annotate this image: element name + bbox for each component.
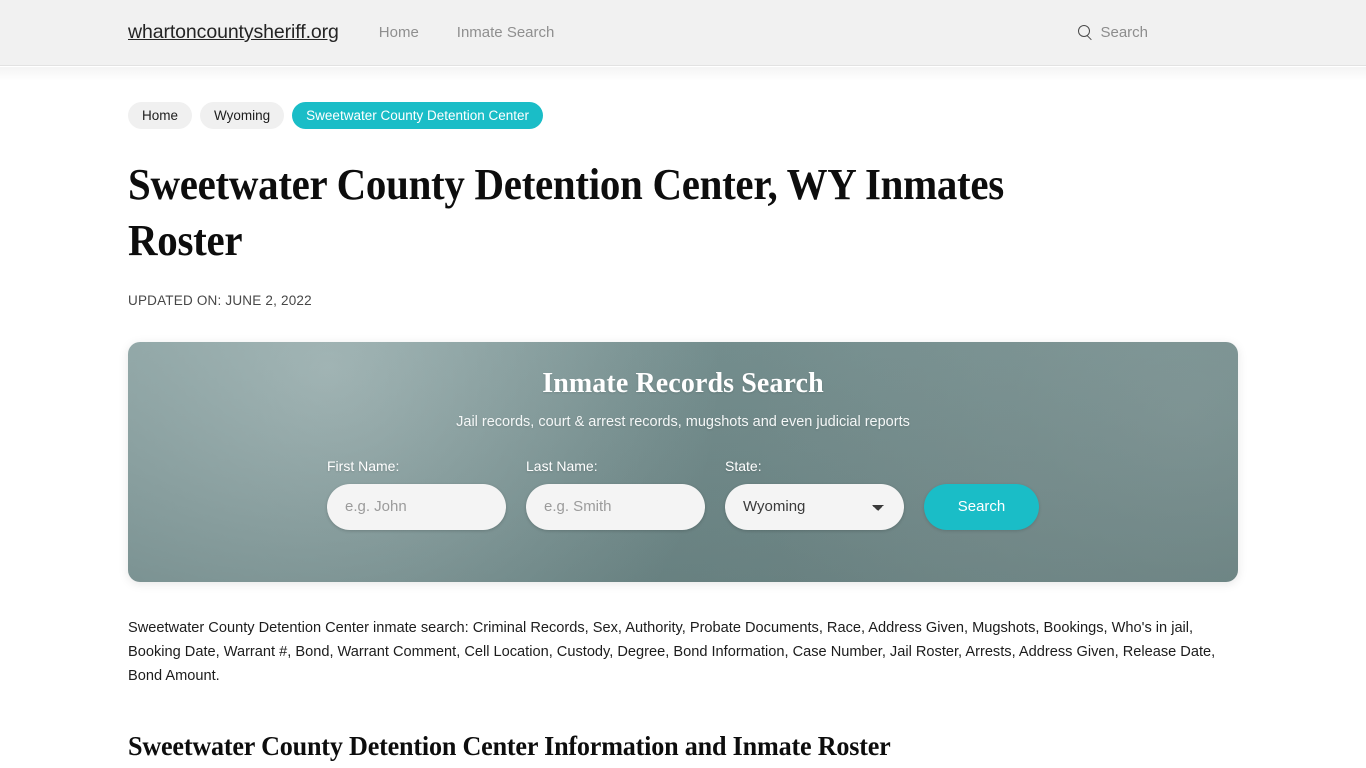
breadcrumb: Home Wyoming Sweetwater County Detention…: [128, 102, 1238, 129]
header-search-label: Search: [1100, 24, 1148, 41]
last-name-input[interactable]: [526, 483, 705, 530]
page-title: Sweetwater County Detention Center, WY I…: [128, 160, 1004, 266]
section-heading: Sweetwater County Detention Center Infor…: [128, 729, 891, 761]
search-card-subtitle: Jail records, court & arrest records, mu…: [456, 413, 910, 430]
breadcrumb-item-current: Sweetwater County Detention Center: [292, 102, 544, 129]
site-header: whartoncountysheriff.org Home Inmate Sea…: [0, 0, 1366, 81]
page-content: Home Wyoming Sweetwater County Detention…: [0, 102, 1366, 762]
first-name-field-group: First Name:: [327, 458, 506, 530]
header-search-trigger[interactable]: Search: [1078, 24, 1148, 41]
last-name-label: Last Name:: [526, 457, 598, 474]
intro-paragraph: Sweetwater County Detention Center inmat…: [128, 619, 1216, 684]
first-name-input[interactable]: [327, 483, 506, 530]
nav-link-inmate-search[interactable]: Inmate Search: [457, 24, 555, 41]
search-card-title: Inmate Records Search: [542, 367, 824, 399]
breadcrumb-item-home[interactable]: Home: [128, 102, 193, 129]
last-name-field-group: Last Name:: [526, 458, 705, 530]
search-card-inner: Inmate Records Search Jail records, cour…: [128, 342, 1238, 582]
breadcrumb-item-wyoming[interactable]: Wyoming: [200, 102, 285, 129]
state-label: State:: [725, 457, 762, 474]
updated-on-date: UPDATED ON: JUNE 2, 2022: [128, 292, 312, 308]
state-field-group: State: Wyoming: [725, 458, 904, 530]
site-brand[interactable]: whartoncountysheriff.org: [128, 21, 339, 44]
nav-link-home[interactable]: Home: [379, 24, 419, 41]
main-navigation: Home Inmate Search: [379, 24, 555, 41]
search-icon: [1078, 25, 1093, 40]
first-name-label: First Name:: [327, 457, 400, 474]
inmate-search-form: First Name: Last Name: State: Wyoming Se…: [327, 458, 1039, 530]
inmate-records-search-card: Inmate Records Search Jail records, cour…: [128, 341, 1238, 582]
state-select[interactable]: Wyoming: [725, 483, 904, 530]
search-submit-button[interactable]: Search: [924, 483, 1039, 530]
